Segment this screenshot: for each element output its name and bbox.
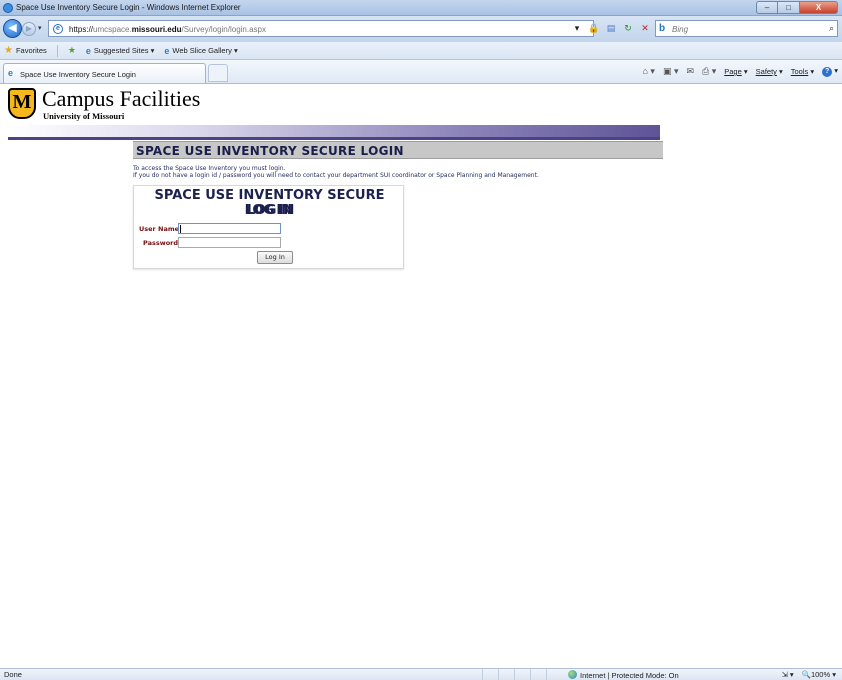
status-cell	[514, 669, 530, 680]
url-protocol: https://	[69, 25, 94, 34]
command-bar: ⌂ ▾ ▣ ▾ ✉ ⎙ ▾ Page ▾ Safety ▾ Tools ▾ ? …	[642, 66, 838, 77]
tab-space-use-inventory[interactable]: e Space Use Inventory Secure Login	[3, 63, 206, 83]
lock-icon[interactable]: 🔒	[587, 21, 601, 35]
site-header: M Campus Facilities University of Missou…	[8, 86, 708, 122]
window-title: Space Use Inventory Secure Login - Windo…	[16, 3, 241, 12]
intro-line-1: To access the Space Use Inventory you mu…	[133, 165, 286, 172]
search-box[interactable]: b ⌕	[655, 20, 838, 37]
suggested-sites-link[interactable]: e Suggested Sites ▾	[86, 46, 154, 56]
ie-icon: e	[164, 45, 170, 56]
url-host-prefix: umcspace.	[93, 25, 132, 34]
zoom-tools: ⇲ ▾ 🔍100% ▾	[781, 670, 836, 679]
help-menu[interactable]: ? ▾	[822, 66, 838, 77]
intro-text: To access the Space Use Inventory you mu…	[133, 165, 539, 179]
address-dropdown-icon[interactable]: ▾	[570, 21, 584, 35]
url-path: /Survey/login/login.aspx	[181, 25, 267, 34]
forward-button[interactable]: ▶	[22, 22, 36, 36]
username-label: User Name:	[139, 225, 182, 233]
status-cell	[546, 669, 562, 680]
favorites-button[interactable]: ★ Favorites	[4, 45, 47, 56]
section-heading: SPACE USE INVENTORY SECURE LOGIN	[133, 141, 663, 159]
new-tab-button[interactable]	[208, 64, 228, 82]
university-logo: M	[8, 88, 36, 119]
status-cell	[498, 669, 514, 680]
status-cells	[482, 669, 562, 680]
search-icon[interactable]: ⌕	[829, 23, 834, 34]
ie-page-icon: e	[53, 24, 63, 34]
site-subname: University of Missouri	[43, 111, 125, 121]
recent-pages-dropdown[interactable]: ▾	[38, 24, 42, 32]
help-icon: ?	[822, 67, 833, 77]
address-row: ◀ ▶ ▾ e https://umcspace.missouri.edu/Su…	[0, 16, 842, 42]
ie-icon: e	[85, 45, 91, 56]
security-zone[interactable]: Internet | Protected Mode: On	[568, 670, 679, 680]
header-band	[8, 125, 660, 137]
favorites-bar: ★ Favorites ★ e Suggested Sites ▾ e Web …	[0, 42, 842, 60]
add-favorite-icon: ★	[67, 45, 76, 55]
status-bar: Done Internet | Protected Mode: On ⇲ ▾ 🔍…	[0, 668, 842, 680]
mail-icon[interactable]: ✉	[686, 66, 694, 77]
status-text: Done	[4, 670, 22, 679]
log-in-button[interactable]: Log In	[257, 251, 293, 264]
status-cell	[530, 669, 546, 680]
title-bar: Space Use Inventory Secure Login - Windo…	[0, 0, 842, 16]
header-band-rule	[8, 137, 660, 140]
suggested-sites-label: Suggested Sites ▾	[93, 46, 155, 55]
add-to-favorites-bar-button[interactable]: ★	[68, 45, 76, 56]
web-slice-gallery-label: Web Slice Gallery ▾	[172, 46, 238, 55]
browser-window: Space Use Inventory Secure Login - Windo…	[0, 0, 842, 680]
text-caret	[180, 225, 181, 233]
password-field[interactable]	[178, 237, 281, 248]
ie-icon: e	[8, 68, 14, 78]
minimize-button[interactable]: –	[756, 1, 778, 14]
login-subtitle: LOG IN	[244, 203, 295, 218]
page-menu[interactable]: Page ▾	[724, 67, 747, 76]
site-name: Campus Facilities	[42, 86, 201, 111]
page-content: M Campus Facilities University of Missou…	[0, 85, 842, 668]
star-icon: ★	[4, 45, 13, 56]
tab-row: e Space Use Inventory Secure Login ⌂ ▾ ▣…	[0, 60, 842, 84]
address-bar[interactable]: e https://umcspace.missouri.edu/Survey/l…	[48, 20, 594, 37]
password-label: Password:	[143, 239, 181, 247]
maximize-button[interactable]: □	[778, 1, 800, 14]
url-host: missouri.edu	[131, 25, 182, 34]
security-zone-label: Internet | Protected Mode: On	[580, 671, 679, 680]
safety-menu[interactable]: Safety ▾	[756, 67, 783, 76]
back-button[interactable]: ◀	[3, 19, 22, 38]
zoom-level: 100%	[810, 670, 831, 679]
protected-mode-icon[interactable]: ⇲ ▾	[781, 670, 793, 679]
section-heading-text: SPACE USE INVENTORY SECURE LOGIN	[136, 144, 404, 158]
stop-icon[interactable]: ✕	[638, 21, 652, 35]
login-panel: SPACE USE INVENTORY SECURE LOGIN LOG IN …	[133, 185, 404, 269]
username-field[interactable]	[178, 223, 281, 234]
search-input[interactable]	[672, 23, 822, 35]
window-controls: – □ X	[756, 1, 838, 14]
print-icon[interactable]: ⎙ ▾	[702, 66, 716, 77]
ie-app-icon	[3, 3, 13, 13]
globe-icon	[568, 670, 577, 679]
tools-menu[interactable]: Tools ▾	[791, 67, 814, 76]
intro-line-2: If you do not have a login id / password…	[133, 172, 539, 179]
zoom-control[interactable]: 🔍100% ▾	[802, 670, 836, 679]
address-tools: ▾ 🔒 ▤ ↻ ✕	[570, 21, 652, 35]
status-cell	[482, 669, 498, 680]
url-text[interactable]: https://umcspace.missouri.edu/Survey/log…	[69, 25, 266, 34]
compatibility-icon[interactable]: ▤	[604, 21, 618, 35]
bing-icon: b	[659, 23, 666, 34]
home-icon[interactable]: ⌂ ▾	[642, 66, 654, 77]
refresh-icon[interactable]: ↻	[621, 21, 635, 35]
close-button[interactable]: X	[800, 1, 838, 14]
favorites-label: Favorites	[15, 46, 47, 55]
feeds-icon[interactable]: ▣ ▾	[663, 66, 679, 77]
divider	[56, 44, 58, 57]
tab-label: Space Use Inventory Secure Login	[20, 70, 136, 79]
web-slice-gallery-link[interactable]: e Web Slice Gallery ▾	[164, 46, 237, 56]
